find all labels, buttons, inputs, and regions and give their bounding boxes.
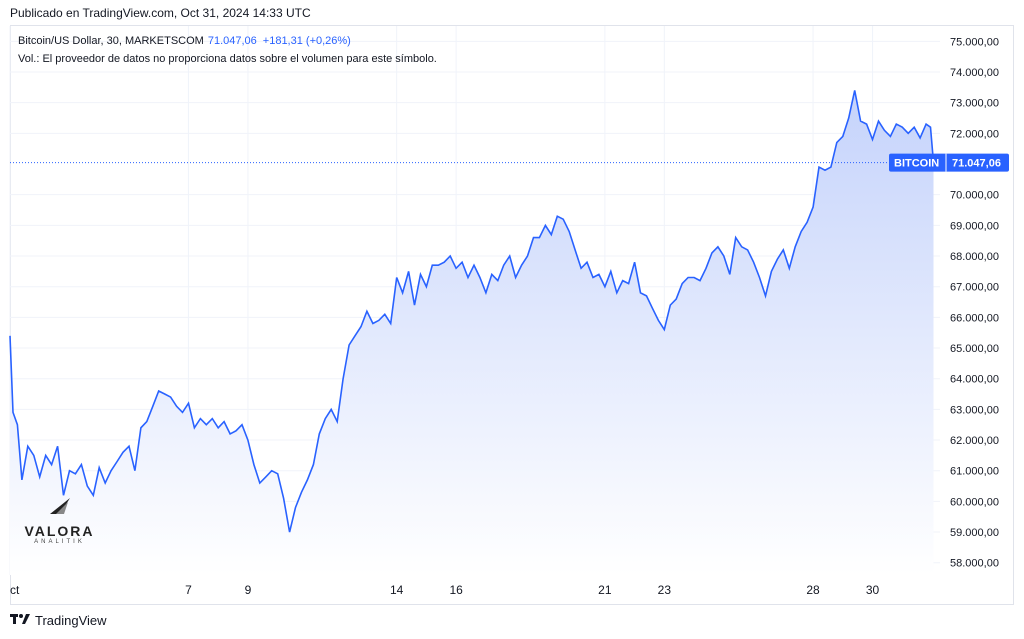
x-tick-label: 16 — [449, 583, 463, 597]
tradingview-logo-icon[interactable] — [10, 613, 30, 628]
y-tick-label: 69.000,00 — [950, 220, 999, 232]
x-tick-label: 30 — [866, 583, 880, 597]
y-tick-label: 68.000,00 — [950, 251, 999, 263]
x-tick-label: 9 — [245, 583, 252, 597]
y-axis: 58.000,00 59.000,00 60.000,00 61.000,00 62.0… — [950, 36, 999, 569]
y-tick-label: 75.000,00 — [950, 36, 999, 48]
y-tick-label: 72.000,00 — [950, 128, 999, 140]
footer-brand[interactable]: TradingView — [35, 613, 107, 628]
footer: TradingView — [10, 613, 107, 628]
legend-symbol[interactable]: Bitcoin/US Dollar, 30, MARKETSCOM — [18, 35, 204, 47]
y-tick-label: 65.000,00 — [950, 343, 999, 355]
y-tick-label: 70.000,00 — [950, 190, 999, 202]
legend-change: +181,31 (+0,26%) — [262, 35, 351, 47]
valora-watermark: VALORA ANALITIK — [22, 496, 97, 545]
x-tick-label: 28 — [806, 583, 820, 597]
y-tick-label: 74.000,00 — [950, 67, 999, 79]
y-tick-label: 62.000,00 — [950, 435, 999, 447]
legend-last-value: 71.047,06 — [207, 35, 257, 47]
watermark-sub: ANALITIK — [34, 539, 85, 545]
y-tick-label: 63.000,00 — [950, 404, 999, 416]
y-tick-label: 73.000,00 — [950, 98, 999, 110]
price-area — [10, 90, 934, 576]
y-tick-label: 59.000,00 — [950, 527, 999, 539]
x-tick-label: ct — [10, 583, 20, 597]
x-tick-label: 23 — [658, 583, 672, 597]
y-tick-label: 66.000,00 — [950, 312, 999, 324]
x-tick-label: 21 — [598, 583, 612, 597]
y-tick-label: 61.000,00 — [950, 466, 999, 478]
price-chart[interactable]: 58.000,00 59.000,00 60.000,00 61.000,00 62.0… — [0, 0, 1024, 639]
watermark-brand: VALORA — [24, 523, 95, 539]
y-tick-label: 58.000,00 — [950, 558, 999, 570]
valora-logo-icon — [49, 498, 70, 514]
volume-note: Vol.: El proveedor de datos no proporcio… — [18, 53, 437, 65]
y-tick-label: 60.000,00 — [950, 496, 999, 508]
x-axis: ct 7 9 14 16 21 23 28 30 — [10, 583, 880, 597]
price-tag: BITCOIN 71.047,06 — [889, 153, 1009, 172]
legend: Bitcoin/US Dollar, 30, MARKETSCOM 71.047,… — [18, 35, 351, 47]
price-tag-label: BITCOIN — [894, 158, 939, 170]
y-tick-label: 64.000,00 — [950, 374, 999, 386]
x-tick-label: 7 — [185, 583, 192, 597]
x-tick-label: 14 — [390, 583, 404, 597]
price-tag-value: 71.047,06 — [952, 158, 1001, 170]
y-tick-label: 67.000,00 — [950, 282, 999, 294]
